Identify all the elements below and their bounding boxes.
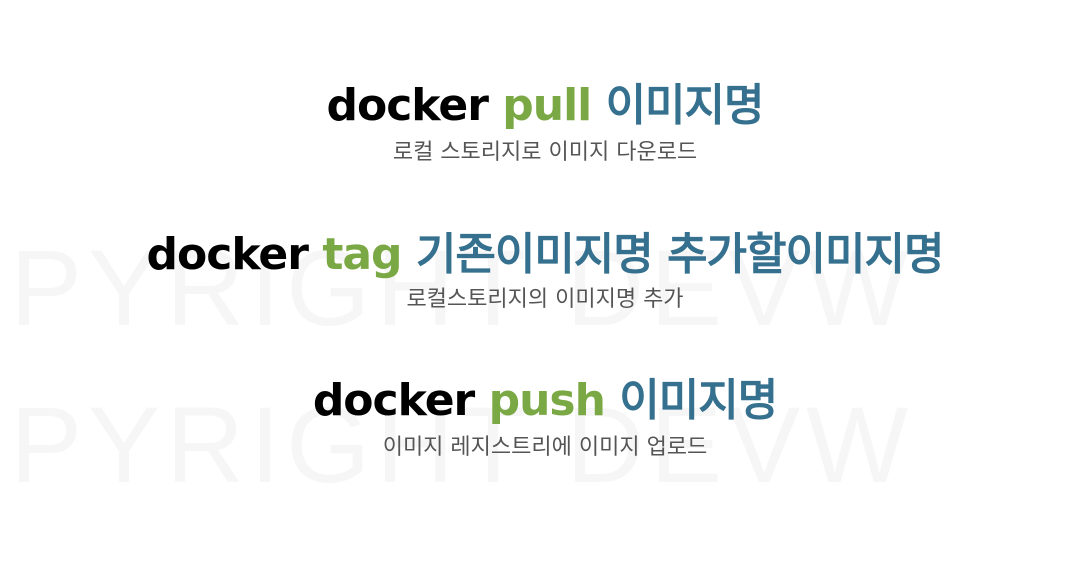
- command-args: 이미지명: [619, 375, 778, 426]
- command-description: 이미지 레지스트리에 이미지 업로드: [382, 435, 708, 460]
- command-block-push: docker push 이미지명 이미지 레지스트리에 이미지 업로드: [0, 373, 1090, 463]
- command-description: 로컬스토리지의 이미지명 추가: [406, 287, 684, 312]
- command-verb: push: [488, 375, 606, 426]
- command-description: 로컬 스토리지로 이미지 다운로드: [392, 140, 698, 165]
- command-block-tag: docker tag 기존이미지명 추가할이미지명 로컬스토리지의 이미지명 추…: [0, 227, 1090, 315]
- command-line: docker pull 이미지명: [0, 78, 1090, 134]
- command-line: docker tag 기존이미지명 추가할이미지명: [0, 227, 1090, 283]
- command-block-pull: docker pull 이미지명 로컬 스토리지로 이미지 다운로드: [0, 78, 1090, 168]
- command-line: docker push 이미지명: [0, 373, 1090, 429]
- command-verb: pull: [502, 80, 592, 131]
- command-keyword: docker: [312, 375, 475, 426]
- command-keyword: docker: [326, 80, 489, 131]
- command-args: 기존이미지명 추가할이미지명: [415, 229, 945, 280]
- command-args: 이미지명: [605, 80, 765, 131]
- command-verb: tag: [322, 229, 402, 280]
- command-keyword: docker: [146, 229, 309, 280]
